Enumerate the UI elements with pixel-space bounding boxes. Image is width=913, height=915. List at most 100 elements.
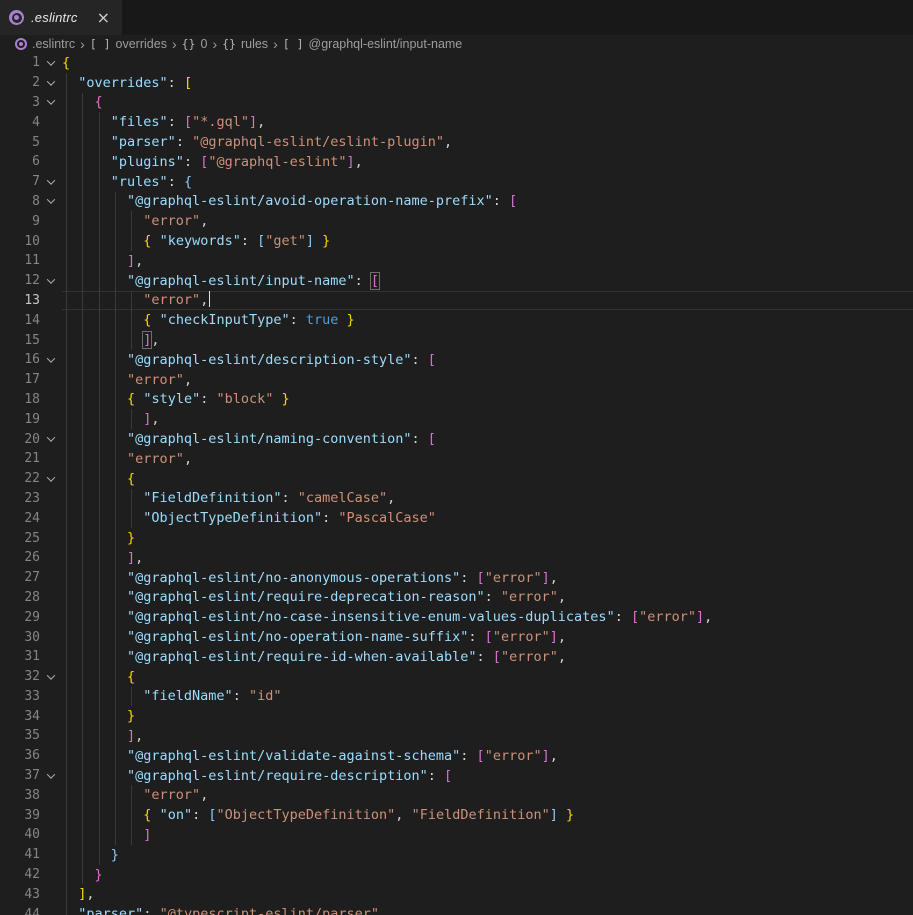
token: "@graphql-eslint/require-deprecation-rea… xyxy=(127,589,485,605)
code-line-38[interactable]: 38 "error", xyxy=(0,785,913,805)
code-line-5[interactable]: 5 "parser": "@graphql-eslint/eslint-plug… xyxy=(0,132,913,152)
code-line-24[interactable]: 24 "ObjectTypeDefinition": "PascalCase" xyxy=(0,508,913,528)
token xyxy=(62,312,143,328)
code-line-37[interactable]: 37 "@graphql-eslint/require-description"… xyxy=(0,766,913,786)
breadcrumb-item-0[interactable]: {}0 xyxy=(182,37,208,51)
code-line-42[interactable]: 42 } xyxy=(0,865,913,885)
token: : xyxy=(493,193,509,209)
code-text: "error", xyxy=(62,213,913,229)
code-line-10[interactable]: 10 { "keywords": ["get"] } xyxy=(0,231,913,251)
tab-eslintrc[interactable]: .eslintrc × xyxy=(0,0,122,35)
token xyxy=(62,490,143,506)
line-number: 28 xyxy=(0,590,40,605)
code-line-19[interactable]: 19 ], xyxy=(0,409,913,429)
code-line-27[interactable]: 27 "@graphql-eslint/no-anonymous-operati… xyxy=(0,568,913,588)
fold-chevron[interactable] xyxy=(40,80,62,86)
fold-chevron[interactable] xyxy=(40,99,62,105)
code-text: ] xyxy=(62,827,913,843)
token: "@graphql-eslint/naming-convention" xyxy=(127,431,411,447)
token: : xyxy=(485,589,501,605)
code-line-26[interactable]: 26 ], xyxy=(0,548,913,568)
code-line-39[interactable]: 39 { "on": ["ObjectTypeDefinition", "Fie… xyxy=(0,805,913,825)
symbol-array-icon: [ ] xyxy=(90,37,111,51)
code-text: "error", xyxy=(62,451,913,467)
code-line-13[interactable]: 13 "error", xyxy=(0,291,913,311)
code-line-41[interactable]: 41 } xyxy=(0,845,913,865)
code-text: { xyxy=(62,471,913,487)
line-number: 5 xyxy=(0,135,40,150)
code-line-18[interactable]: 18 { "style": "block" } xyxy=(0,390,913,410)
fold-chevron[interactable] xyxy=(40,278,62,284)
breadcrumb-item--eslintrc[interactable]: .eslintrc xyxy=(15,37,75,51)
code-line-11[interactable]: 11 ], xyxy=(0,251,913,271)
fold-chevron[interactable] xyxy=(40,60,62,66)
code-line-44[interactable]: 44 "parser": "@typescript-eslint/parser" xyxy=(0,904,913,915)
token: "error" xyxy=(127,451,184,467)
code-line-40[interactable]: 40 ] xyxy=(0,825,913,845)
code-line-4[interactable]: 4 "files": ["*.gql"], xyxy=(0,112,913,132)
line-number: 35 xyxy=(0,728,40,743)
code-line-36[interactable]: 36 "@graphql-eslint/validate-against-sch… xyxy=(0,746,913,766)
code-line-14[interactable]: 14 { "checkInputType": true } xyxy=(0,310,913,330)
code-line-33[interactable]: 33 "fieldName": "id" xyxy=(0,687,913,707)
code-line-23[interactable]: 23 "FieldDefinition": "camelCase", xyxy=(0,489,913,509)
code-line-2[interactable]: 2 "overrides": [ xyxy=(0,73,913,93)
code-line-22[interactable]: 22 { xyxy=(0,469,913,489)
code-line-30[interactable]: 30 "@graphql-eslint/no-operation-name-su… xyxy=(0,627,913,647)
fold-chevron[interactable] xyxy=(40,674,62,680)
code-line-20[interactable]: 20 "@graphql-eslint/naming-convention": … xyxy=(0,429,913,449)
code-line-35[interactable]: 35 ], xyxy=(0,726,913,746)
code-line-17[interactable]: 17 "error", xyxy=(0,370,913,390)
token: , xyxy=(558,649,566,665)
token: "overrides" xyxy=(78,75,167,91)
code-text: { xyxy=(62,669,913,685)
eslint-icon xyxy=(15,38,27,50)
code-text: } xyxy=(62,708,913,724)
code-line-3[interactable]: 3 { xyxy=(0,93,913,113)
token: "error" xyxy=(639,609,696,625)
chevron-right-icon: › xyxy=(273,37,278,51)
token: : xyxy=(477,649,493,665)
code-line-8[interactable]: 8 "@graphql-eslint/avoid-operation-name-… xyxy=(0,192,913,212)
code-line-43[interactable]: 43 ], xyxy=(0,884,913,904)
code-line-16[interactable]: 16 "@graphql-eslint/description-style": … xyxy=(0,350,913,370)
code-line-29[interactable]: 29 "@graphql-eslint/no-case-insensitive-… xyxy=(0,607,913,627)
token: , xyxy=(135,253,143,269)
fold-chevron[interactable] xyxy=(40,179,62,185)
fold-chevron[interactable] xyxy=(40,476,62,482)
fold-chevron[interactable] xyxy=(40,773,62,779)
breadcrumb-item--graphql-eslint-input-name[interactable]: [ ]@graphql-eslint/input-name xyxy=(283,37,463,51)
token: , xyxy=(395,807,411,823)
fold-chevron[interactable] xyxy=(40,436,62,442)
tab-title: .eslintrc xyxy=(31,10,78,25)
code-text: "@graphql-eslint/no-operation-name-suffi… xyxy=(62,629,913,645)
token: "checkInputType" xyxy=(160,312,290,328)
fold-chevron[interactable] xyxy=(40,198,62,204)
token: : xyxy=(233,688,249,704)
close-icon[interactable]: × xyxy=(97,10,110,26)
code-line-9[interactable]: 9 "error", xyxy=(0,211,913,231)
code-line-28[interactable]: 28 "@graphql-eslint/require-deprecation-… xyxy=(0,588,913,608)
code-line-32[interactable]: 32 { xyxy=(0,667,913,687)
code-line-34[interactable]: 34 } xyxy=(0,706,913,726)
token: "*.gql" xyxy=(192,114,249,130)
code-line-21[interactable]: 21 "error", xyxy=(0,449,913,469)
code-line-12[interactable]: 12 "@graphql-eslint/input-name": [ xyxy=(0,271,913,291)
breadcrumb-item-overrides[interactable]: [ ]overrides xyxy=(90,37,167,51)
code-text: ], xyxy=(62,253,913,269)
breadcrumb: .eslintrc›[ ]overrides›{}0›{}rules›[ ]@g… xyxy=(0,35,913,53)
line-number: 37 xyxy=(0,768,40,783)
breadcrumb-item-rules[interactable]: {}rules xyxy=(222,37,268,51)
token xyxy=(62,530,127,546)
code-line-7[interactable]: 7 "rules": { xyxy=(0,172,913,192)
token xyxy=(62,114,111,130)
code-line-15[interactable]: 15 ], xyxy=(0,330,913,350)
line-number: 23 xyxy=(0,491,40,506)
code-line-25[interactable]: 25 } xyxy=(0,528,913,548)
code-line-1[interactable]: 1{ xyxy=(0,53,913,73)
vscode-editor-window: .eslintrc × .eslintrc›[ ]overrides›{}0›{… xyxy=(0,0,913,915)
token: , xyxy=(550,748,558,764)
fold-chevron[interactable] xyxy=(40,357,62,363)
code-line-31[interactable]: 31 "@graphql-eslint/require-id-when-avai… xyxy=(0,647,913,667)
code-line-6[interactable]: 6 "plugins": ["@graphql-eslint"], xyxy=(0,152,913,172)
